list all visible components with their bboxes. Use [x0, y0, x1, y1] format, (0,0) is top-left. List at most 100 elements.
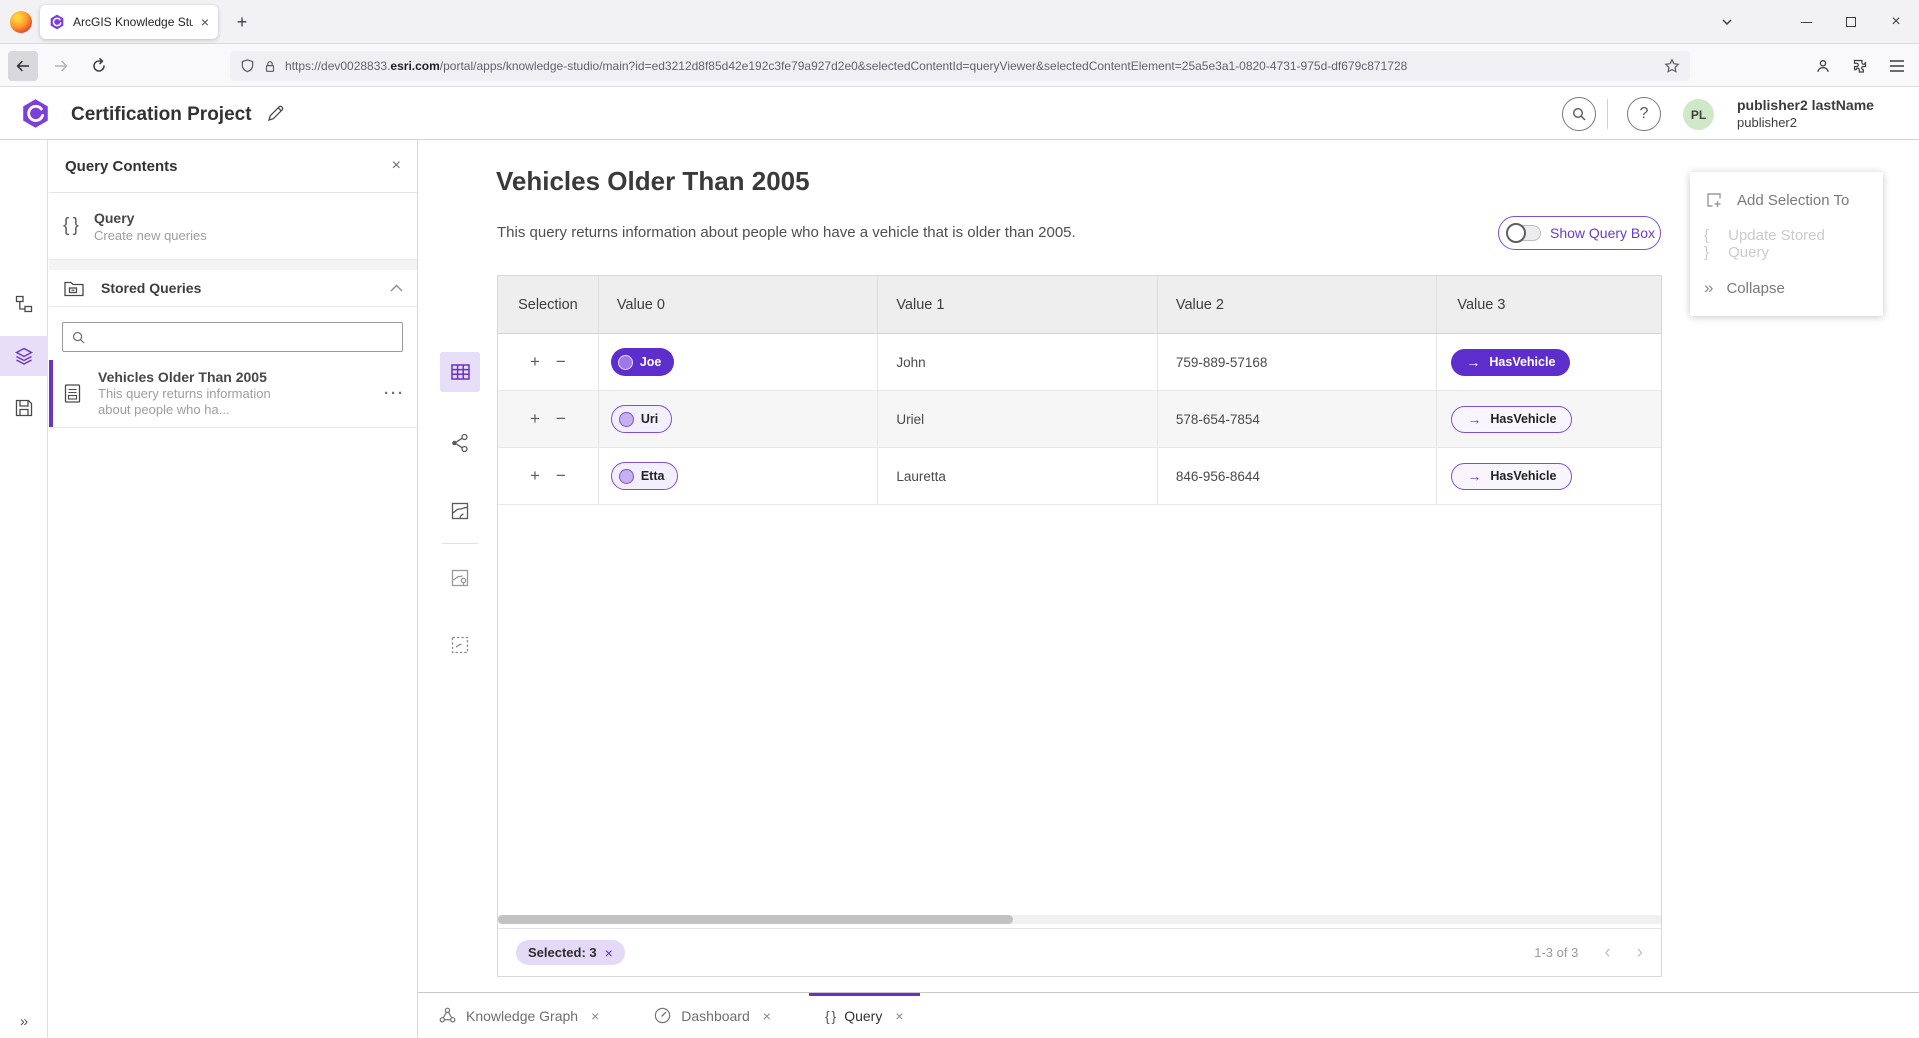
url-text: https://dev0028833.esri.com/portal/apps/…	[285, 59, 1656, 73]
back-button[interactable]	[8, 51, 38, 81]
stored-queries-search[interactable]	[62, 322, 403, 352]
lock-icon[interactable]	[263, 59, 277, 74]
selected-count-chip[interactable]: Selected: 3 ×	[516, 940, 625, 965]
extensions-puzzle-icon[interactable]	[1845, 51, 1875, 81]
relationship-chip[interactable]: →HasVehicle	[1451, 463, 1572, 490]
remove-selection-icon[interactable]: −	[556, 466, 566, 486]
url-bar[interactable]: https://dev0028833.esri.com/portal/apps/…	[230, 51, 1690, 81]
map-view-button[interactable]	[440, 491, 480, 531]
add-selection-icon[interactable]: +	[530, 352, 540, 372]
new-tab-button[interactable]: +	[228, 8, 256, 36]
column-header-value1[interactable]: Value 1	[877, 276, 1157, 333]
bookmark-star-icon[interactable]	[1664, 58, 1680, 74]
column-header-value3[interactable]: Value 3	[1436, 276, 1661, 333]
add-selection-icon[interactable]: +	[530, 409, 540, 429]
relationship-chip[interactable]: →HasVehicle	[1451, 406, 1572, 433]
add-selection-to-icon	[1704, 190, 1724, 210]
results-table: Selection Value 0 Value 1 Value 2 Value …	[497, 275, 1662, 977]
select-tool-button[interactable]	[440, 625, 480, 665]
relationship-chip[interactable]: →HasVehicle	[1451, 349, 1570, 376]
hamburger-menu-icon[interactable]	[1882, 51, 1912, 81]
help-button[interactable]: ?	[1627, 97, 1661, 131]
map-selection-view-button[interactable]	[440, 558, 480, 598]
page-description: This query returns information about peo…	[497, 224, 1076, 241]
panel-header: Query Contents ×	[49, 140, 417, 193]
entity-chip[interactable]: Uri	[611, 405, 672, 433]
search-button[interactable]	[1562, 97, 1596, 131]
reload-button[interactable]	[84, 51, 114, 81]
braces-icon: { }	[825, 1008, 835, 1024]
edit-pencil-icon[interactable]	[266, 103, 286, 123]
tab-close-icon[interactable]: ×	[591, 1008, 599, 1024]
tab-list-chevron-icon[interactable]	[1706, 0, 1748, 44]
rail-save-icon[interactable]	[0, 388, 48, 428]
tab-knowledge-graph[interactable]: Knowledge Graph ×	[422, 993, 615, 1038]
arrow-right-icon: →	[1467, 411, 1481, 427]
menu-item-add-selection-to[interactable]: Add Selection To	[1690, 178, 1883, 222]
rail-project-tree-icon[interactable]	[0, 284, 48, 324]
entity-dot-icon	[618, 355, 633, 370]
folder-icon	[63, 278, 85, 298]
add-selection-icon[interactable]: +	[530, 466, 540, 486]
query-item[interactable]: { } Query Create new queries	[49, 193, 417, 260]
rail-layers-icon[interactable]	[0, 336, 48, 376]
dashboard-gauge-icon	[653, 1006, 672, 1025]
tab-query[interactable]: { } Query ×	[809, 993, 920, 1038]
panel-title: Query Contents	[65, 158, 392, 175]
table-view-button[interactable]	[440, 352, 480, 392]
next-page-icon[interactable]: ›	[1637, 943, 1643, 962]
remove-selection-icon[interactable]: −	[556, 352, 566, 372]
query-contents-panel: Query Contents × { } Query Create new qu…	[49, 140, 418, 1038]
project-title: Certification Project	[71, 104, 252, 126]
chevron-up-icon[interactable]	[390, 284, 403, 292]
rail-expand-chevrons[interactable]: »	[0, 1013, 48, 1030]
stored-queries-title: Stored Queries	[101, 280, 374, 296]
toggle-knob[interactable]	[1506, 223, 1526, 243]
cell-value1: John	[877, 334, 1157, 390]
show-query-box-toggle[interactable]: Show Query Box	[1498, 216, 1661, 250]
browser-tab[interactable]: ArcGIS Knowledge Studio ×	[40, 5, 218, 39]
stored-queries-header[interactable]: Stored Queries	[49, 270, 417, 307]
toggle-switch[interactable]	[1507, 225, 1541, 241]
arrow-right-icon: →	[1466, 354, 1480, 370]
table-status-bar: Selected: 3 × 1-3 of 3 ‹ ›	[498, 928, 1661, 976]
panel-close-icon[interactable]: ×	[392, 157, 401, 175]
stored-query-title: Vehicles Older Than 2005	[98, 369, 298, 386]
column-header-selection[interactable]: Selection	[498, 276, 598, 333]
app-logo[interactable]	[20, 98, 51, 129]
menu-item-collapse[interactable]: » Collapse	[1690, 266, 1883, 310]
forward-button[interactable]	[46, 51, 76, 81]
horizontal-scrollbar[interactable]	[498, 912, 1661, 928]
tab-close-icon[interactable]: ×	[763, 1008, 771, 1024]
window-close-button[interactable]: ×	[1875, 0, 1917, 44]
menu-item-update-stored-query[interactable]: { } Update Stored Query	[1690, 222, 1883, 266]
tracking-shield-icon[interactable]	[240, 58, 255, 74]
window-maximize-button[interactable]	[1830, 0, 1872, 44]
table-row[interactable]: + − Uri Uriel 578-654-7854 →HasVehicle	[498, 391, 1661, 448]
column-header-value2[interactable]: Value 2	[1157, 276, 1437, 333]
entity-dot-icon	[619, 412, 634, 427]
table-row[interactable]: + − Etta Lauretta 846-956-8644 →HasVehic…	[498, 448, 1661, 505]
tab-close-icon[interactable]: ×	[895, 1008, 903, 1024]
stored-query-item[interactable]: Vehicles Older Than 2005 This query retu…	[49, 360, 417, 428]
window-minimize-button[interactable]	[1785, 0, 1827, 44]
stored-query-doc-icon	[63, 369, 82, 404]
tab-close-icon[interactable]: ×	[201, 14, 209, 30]
query-item-subtitle: Create new queries	[94, 227, 207, 244]
braces-icon: { }	[63, 215, 78, 237]
entity-chip[interactable]: Etta	[611, 462, 679, 490]
clear-selection-icon[interactable]: ×	[605, 945, 613, 961]
column-header-value0[interactable]: Value 0	[598, 276, 878, 333]
panel-section-gap	[49, 260, 417, 270]
table-row[interactable]: + − Joe John 759-889-57168 →HasVehicle	[498, 334, 1661, 391]
link-chart-view-button[interactable]	[440, 423, 480, 463]
tab-dashboard[interactable]: Dashboard ×	[637, 993, 787, 1038]
stored-query-options-icon[interactable]: ···	[384, 369, 405, 402]
scrollbar-thumb[interactable]	[498, 915, 1013, 924]
account-icon[interactable]	[1808, 51, 1838, 81]
remove-selection-icon[interactable]: −	[556, 409, 566, 429]
user-avatar[interactable]: PL	[1683, 99, 1714, 130]
previous-page-icon[interactable]: ‹	[1604, 943, 1610, 962]
search-input[interactable]	[94, 330, 394, 345]
entity-chip[interactable]: Joe	[611, 348, 675, 376]
